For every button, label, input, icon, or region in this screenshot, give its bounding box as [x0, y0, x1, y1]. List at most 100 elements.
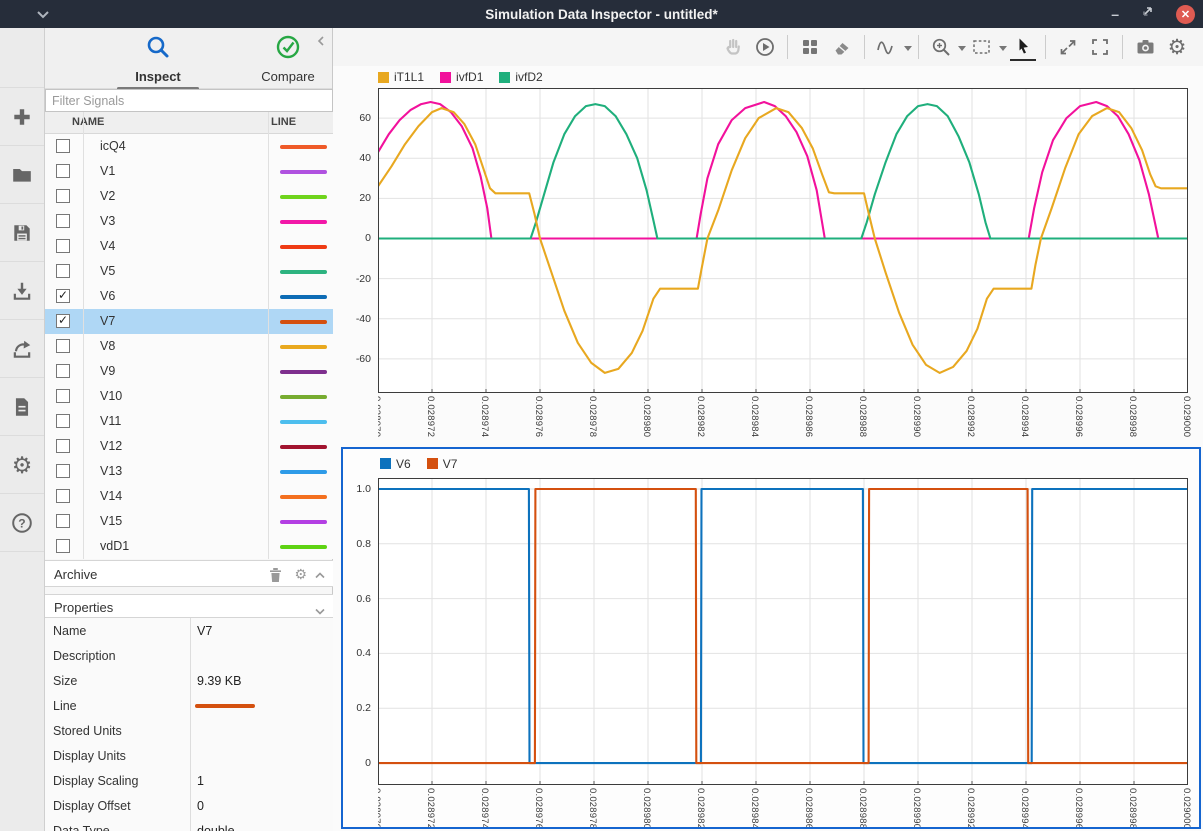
dropdown-caret-icon[interactable]: [904, 38, 912, 56]
signal-checkbox[interactable]: [56, 189, 70, 203]
dropdown-caret-icon[interactable]: [958, 38, 966, 56]
report-icon[interactable]: [0, 377, 44, 435]
snapshot-camera-icon[interactable]: [1132, 34, 1158, 60]
arrow-cursor-icon[interactable]: [1010, 33, 1036, 61]
signal-line-swatch[interactable]: [280, 520, 327, 524]
import-icon[interactable]: [0, 261, 44, 319]
archive-collapse-chevron-up-icon[interactable]: [314, 567, 326, 585]
signal-line-swatch[interactable]: [280, 545, 327, 549]
signal-checkbox[interactable]: [56, 389, 70, 403]
property-row: Display Units: [45, 743, 333, 768]
select-region-icon[interactable]: [969, 34, 995, 60]
dropdown-caret-icon[interactable]: [999, 38, 1007, 56]
signal-row[interactable]: V5: [45, 259, 333, 284]
signal-row[interactable]: V13: [45, 459, 333, 484]
signal-checkbox[interactable]: [56, 339, 70, 353]
fit-to-view-icon[interactable]: [1087, 34, 1113, 60]
signal-row[interactable]: ✓V7: [45, 309, 333, 334]
signal-checkbox[interactable]: [56, 364, 70, 378]
y-tick-label: 40: [359, 152, 371, 164]
legend-swatch: [499, 72, 510, 83]
signal-checkbox[interactable]: [56, 464, 70, 478]
signal-row[interactable]: icQ4: [45, 134, 333, 159]
signal-checkbox[interactable]: ✓: [56, 314, 70, 328]
signal-row[interactable]: ✓V6: [45, 284, 333, 309]
signal-line-swatch[interactable]: [280, 395, 327, 399]
help-icon[interactable]: ?: [0, 493, 44, 552]
signal-line-swatch[interactable]: [280, 370, 327, 374]
signal-row[interactable]: V8: [45, 334, 333, 359]
signal-row[interactable]: V2: [45, 184, 333, 209]
preferences-gear-icon[interactable]: ⚙: [0, 435, 44, 493]
signal-wave-icon[interactable]: [874, 34, 900, 60]
save-icon[interactable]: [0, 203, 44, 261]
signal-checkbox[interactable]: [56, 264, 70, 278]
clear-subplots-eraser-icon[interactable]: [829, 34, 855, 60]
signal-checkbox[interactable]: [56, 214, 70, 228]
signal-line-swatch[interactable]: [280, 170, 327, 174]
bottom-plot-area[interactable]: [378, 478, 1188, 785]
tab-inspect[interactable]: Inspect: [103, 34, 213, 90]
tab-compare[interactable]: Compare: [233, 34, 343, 84]
signal-row[interactable]: V3: [45, 209, 333, 234]
zoom-in-icon[interactable]: [928, 34, 954, 60]
signal-checkbox[interactable]: [56, 439, 70, 453]
filter-signals-input[interactable]: [45, 89, 333, 112]
signal-row[interactable]: V10: [45, 384, 333, 409]
signal-line-swatch[interactable]: [280, 270, 327, 274]
bottom-subplot-selected[interactable]: V6V7 1.00.80.60.40.20 0.0289700.0289720.…: [341, 447, 1201, 829]
signal-line-swatch[interactable]: [280, 145, 327, 149]
top-subplot[interactable]: iT1L1ivfD1ivfD2 6040200-20-40-60 0.02897…: [333, 66, 1203, 447]
replay-icon[interactable]: [752, 34, 778, 60]
top-plot-area[interactable]: [378, 88, 1188, 393]
settings-gear-icon[interactable]: ⚙: [1164, 34, 1190, 60]
add-icon[interactable]: [0, 87, 44, 145]
signal-line-swatch[interactable]: [280, 345, 327, 349]
property-label: Display Units: [53, 749, 126, 763]
export-icon[interactable]: [0, 319, 44, 377]
signal-checkbox[interactable]: [56, 239, 70, 253]
signal-row[interactable]: V9: [45, 359, 333, 384]
signal-row[interactable]: V4: [45, 234, 333, 259]
properties-header[interactable]: Properties: [45, 594, 333, 618]
signal-line-swatch[interactable]: [280, 195, 327, 199]
restore-button[interactable]: [1141, 5, 1154, 23]
close-button[interactable]: ✕: [1176, 5, 1195, 24]
signal-line-swatch[interactable]: [280, 220, 327, 224]
open-folder-icon[interactable]: [0, 145, 44, 203]
signal-checkbox[interactable]: [56, 539, 70, 553]
signal-row[interactable]: V14: [45, 484, 333, 509]
signal-row[interactable]: V15: [45, 509, 333, 534]
signal-line-swatch[interactable]: [280, 470, 327, 474]
signal-row[interactable]: V11: [45, 409, 333, 434]
signal-name: V15: [100, 514, 122, 528]
archive-gear-icon[interactable]: ⚙: [294, 567, 307, 582]
signal-line-swatch[interactable]: [280, 420, 327, 424]
property-value: double: [197, 824, 235, 831]
minimize-button[interactable]: –: [1111, 9, 1119, 19]
layout-grid-icon[interactable]: [797, 34, 823, 60]
x-tick-label: 0.028978: [587, 396, 598, 437]
x-tick-label: 0.028970: [378, 788, 382, 827]
signal-checkbox[interactable]: [56, 164, 70, 178]
pan-hand-icon[interactable]: [720, 34, 746, 60]
archive-bar[interactable]: Archive ⚙: [45, 560, 333, 587]
x-tick-label: 0.028982: [695, 788, 706, 827]
signal-line-swatch[interactable]: [280, 245, 327, 249]
signal-checkbox[interactable]: [56, 489, 70, 503]
signal-line-swatch[interactable]: [280, 495, 327, 499]
signal-checkbox[interactable]: [56, 514, 70, 528]
signal-line-swatch[interactable]: [280, 320, 327, 324]
signal-checkbox[interactable]: [56, 139, 70, 153]
panel-collapse-chevron-left-icon[interactable]: [316, 34, 326, 52]
signal-checkbox[interactable]: [56, 414, 70, 428]
signal-line-swatch[interactable]: [280, 445, 327, 449]
signal-checkbox[interactable]: ✓: [56, 289, 70, 303]
check-circle-icon: [275, 47, 301, 64]
expand-axes-icon[interactable]: [1055, 34, 1081, 60]
signal-row[interactable]: V1: [45, 159, 333, 184]
signal-line-swatch[interactable]: [280, 295, 327, 299]
signal-row[interactable]: V12: [45, 434, 333, 459]
trash-icon[interactable]: [268, 567, 283, 588]
signal-row[interactable]: vdD1: [45, 534, 333, 559]
